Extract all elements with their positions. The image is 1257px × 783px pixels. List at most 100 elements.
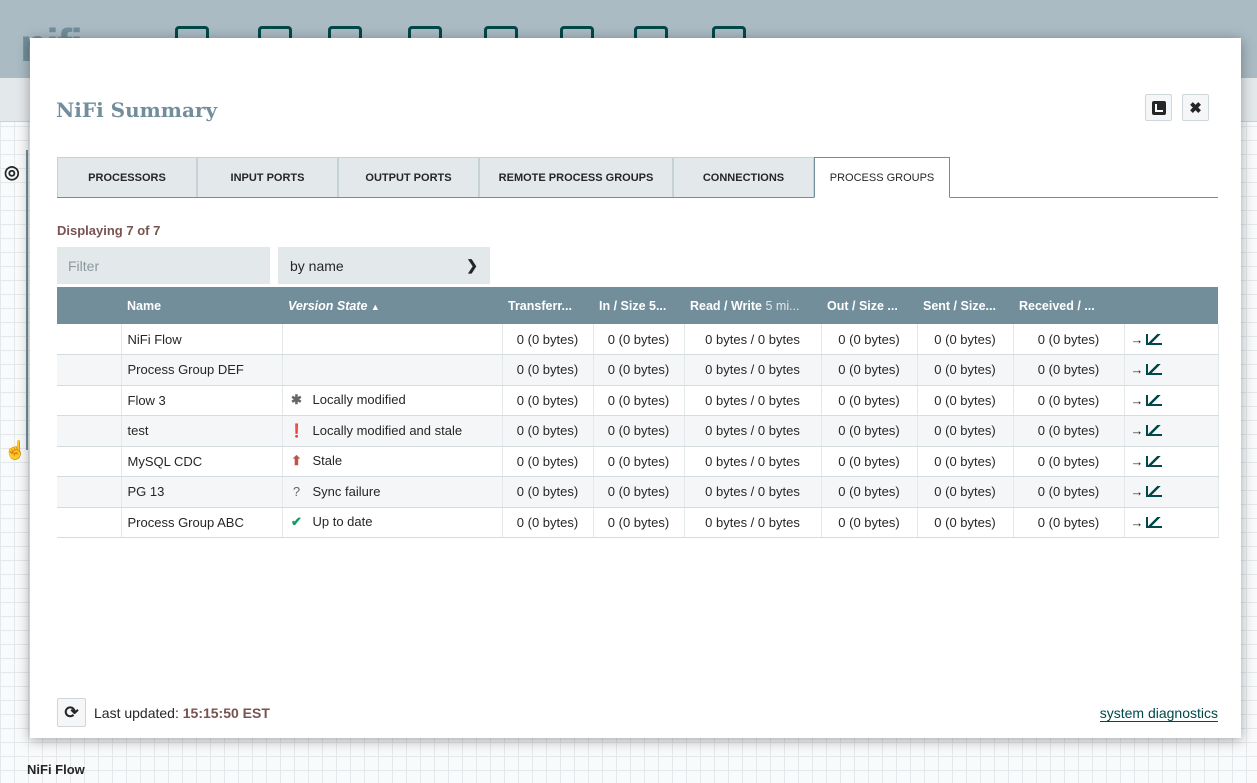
status-history-chart-icon[interactable] <box>1145 486 1162 498</box>
table-row[interactable]: Process Group ABC ✔ Up to date 0 (0 bytes… <box>57 507 1219 538</box>
col-version-state[interactable]: Version State ▲ <box>282 287 502 324</box>
row-sent: 0 (0 bytes) <box>917 476 1014 508</box>
tab-input-ports[interactable]: INPUT PORTS <box>197 157 338 197</box>
row-transferred: 0 (0 bytes) <box>502 354 594 386</box>
version-state-label: Up to date <box>312 514 373 530</box>
table-row[interactable]: PG 13 ? Sync failure 0 (0 bytes) 0 (0 byt… <box>57 476 1219 508</box>
row-sent: 0 (0 bytes) <box>917 507 1014 538</box>
row-name: test <box>121 415 283 447</box>
chevron-down-icon: ❯ <box>466 257 478 273</box>
row-out: 0 (0 bytes) <box>821 324 918 355</box>
tab-connections[interactable]: CONNECTIONS <box>673 157 814 197</box>
row-received: 0 (0 bytes) <box>1013 324 1125 355</box>
version-state-label: Stale <box>312 453 343 469</box>
row-sent: 0 (0 bytes) <box>917 446 1014 477</box>
summary-dialog: NiFi Summary ✖ PROCESSORS INPUT PORTS OU… <box>30 38 1241 738</box>
close-button[interactable]: ✖ <box>1182 94 1209 121</box>
last-updated-time: 15:15:50 EST <box>182 705 270 721</box>
col-version-state-label: Version State <box>288 298 368 313</box>
col-name[interactable]: Name <box>121 287 282 324</box>
filter-input[interactable] <box>57 247 270 284</box>
status-history-chart-icon[interactable] <box>1145 394 1162 406</box>
row-read-write: 0 bytes / 0 bytes <box>684 354 822 386</box>
asterisk-icon: ✱ <box>291 392 302 408</box>
col-out[interactable]: Out / Size ... <box>821 287 917 324</box>
status-history-chart-icon[interactable] <box>1145 455 1162 467</box>
row-version-state <box>282 354 503 386</box>
col-sent[interactable]: Sent / Size... <box>917 287 1013 324</box>
row-in: 0 (0 bytes) <box>593 476 685 508</box>
go-to-arrow-icon[interactable]: → <box>1131 393 1144 408</box>
col-expand <box>57 287 121 324</box>
row-sent: 0 (0 bytes) <box>917 324 1014 355</box>
row-received: 0 (0 bytes) <box>1013 354 1125 386</box>
row-name: PG 13 <box>121 476 283 508</box>
row-in: 0 (0 bytes) <box>593 385 685 416</box>
status-history-chart-icon[interactable] <box>1145 425 1162 437</box>
refresh-button[interactable]: ⟳ <box>57 698 86 727</box>
row-sent: 0 (0 bytes) <box>917 354 1014 386</box>
row-received: 0 (0 bytes) <box>1013 507 1125 538</box>
go-to-arrow-icon[interactable]: → <box>1131 423 1144 438</box>
tab-process-groups[interactable]: PROCESS GROUPS <box>814 157 950 198</box>
process-groups-table: Name Version State ▲ Transferr... In / S… <box>57 287 1219 538</box>
sort-asc-icon: ▲ <box>370 301 380 312</box>
tab-processors[interactable]: PROCESSORS <box>57 157 197 197</box>
row-sent: 0 (0 bytes) <box>917 415 1014 447</box>
row-read-write: 0 bytes / 0 bytes <box>684 415 822 447</box>
tab-remote-process-groups[interactable]: REMOTE PROCESS GROUPS <box>479 157 673 197</box>
row-in: 0 (0 bytes) <box>593 415 685 447</box>
col-transferred[interactable]: Transferr... <box>502 287 593 324</box>
col-in[interactable]: In / Size 5... <box>593 287 684 324</box>
refresh-icon: ⟳ <box>64 702 79 722</box>
row-out: 0 (0 bytes) <box>821 507 918 538</box>
dialog-title: NiFi Summary <box>56 98 218 122</box>
filter-type-value: by name <box>290 257 344 274</box>
breadcrumb-root[interactable]: NiFi Flow <box>27 762 85 777</box>
table-header: Name Version State ▲ Transferr... In / S… <box>57 287 1218 324</box>
table-row[interactable]: Flow 3 ✱ Locally modified 0 (0 bytes) 0 (… <box>57 385 1219 416</box>
go-to-arrow-icon[interactable]: → <box>1131 362 1144 377</box>
row-in: 0 (0 bytes) <box>593 324 685 355</box>
row-in: 0 (0 bytes) <box>593 354 685 386</box>
status-history-chart-icon[interactable] <box>1145 333 1162 345</box>
tab-output-ports[interactable]: OUTPUT PORTS <box>338 157 479 197</box>
row-received: 0 (0 bytes) <box>1013 446 1125 477</box>
row-expand-cell <box>57 415 122 447</box>
go-to-arrow-icon[interactable]: → <box>1131 454 1144 469</box>
row-expand-cell <box>57 385 122 416</box>
row-read-write: 0 bytes / 0 bytes <box>684 507 822 538</box>
filter-type-select[interactable]: by name ❯ <box>278 247 490 284</box>
system-diagnostics-link[interactable]: system diagnostics <box>1099 705 1218 722</box>
table-row[interactable]: Process Group DEF 0 (0 bytes) 0 (0 bytes… <box>57 354 1219 386</box>
status-history-chart-icon[interactable] <box>1145 364 1162 376</box>
table-row[interactable]: test ❗ Locally modified and stale 0 (0 by… <box>57 415 1219 447</box>
question-icon: ? <box>292 484 301 500</box>
row-read-write: 0 bytes / 0 bytes <box>684 476 822 508</box>
row-actions: → <box>1124 446 1219 477</box>
col-read-write[interactable]: Read / Write 5 mi... <box>684 287 821 324</box>
row-out: 0 (0 bytes) <box>821 354 918 386</box>
row-name: NiFi Flow <box>121 324 283 355</box>
row-out: 0 (0 bytes) <box>821 476 918 508</box>
go-to-arrow-icon[interactable]: → <box>1131 515 1144 530</box>
col-read-write-sub: 5 mi... <box>765 298 800 313</box>
table-row[interactable]: NiFi Flow 0 (0 bytes) 0 (0 bytes) 0 byte… <box>57 324 1219 355</box>
table-row[interactable]: MySQL CDC ⬆ Stale 0 (0 bytes) 0 (0 bytes)… <box>57 446 1219 477</box>
popout-button[interactable] <box>1145 94 1172 121</box>
row-name: Process Group ABC <box>121 507 283 538</box>
go-to-arrow-icon[interactable]: → <box>1131 484 1144 499</box>
row-name: Flow 3 <box>121 385 283 416</box>
row-expand-cell <box>57 446 122 477</box>
row-sent: 0 (0 bytes) <box>917 385 1014 416</box>
col-received[interactable]: Received / ... <box>1013 287 1124 324</box>
last-updated: Last updated: 15:15:50 EST <box>94 705 270 721</box>
navigate-icon: ◎ <box>4 162 20 182</box>
row-out: 0 (0 bytes) <box>821 446 918 477</box>
go-to-arrow-icon[interactable]: → <box>1131 332 1144 347</box>
navigate-panel: ◎ ☝ <box>0 150 28 460</box>
status-history-chart-icon[interactable] <box>1145 516 1162 528</box>
row-transferred: 0 (0 bytes) <box>502 324 594 355</box>
row-out: 0 (0 bytes) <box>821 415 918 447</box>
row-name: Process Group DEF <box>121 354 283 386</box>
